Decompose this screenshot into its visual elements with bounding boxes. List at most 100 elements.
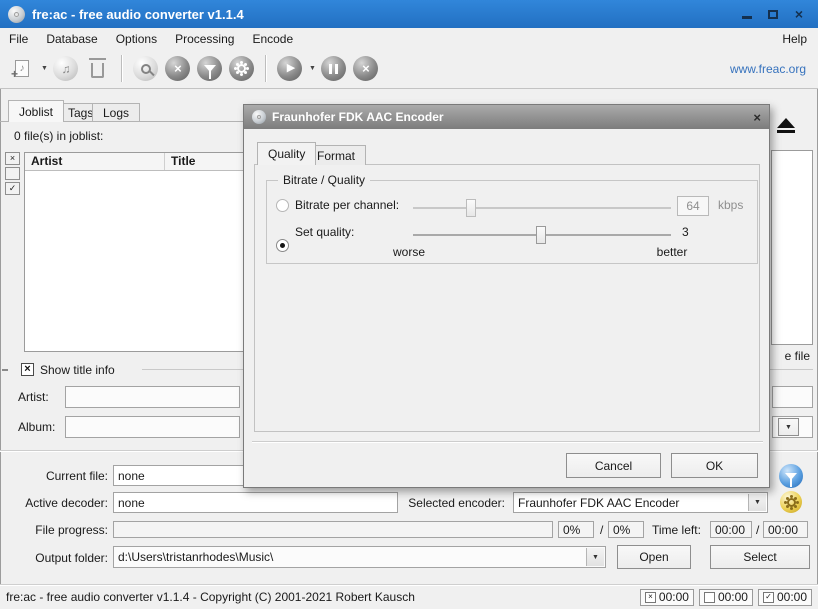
statusbar-times: × 00:00 00:00 ✓ 00:00 [640, 589, 812, 606]
pause-icon [321, 56, 346, 81]
encoder-options-button[interactable] [780, 491, 802, 513]
signal-processing-button[interactable] [196, 55, 224, 83]
eject-icon [777, 118, 795, 128]
gear-icon [229, 56, 254, 81]
maximize-button[interactable] [766, 7, 780, 21]
time-unchecked-tracks: × 00:00 [640, 589, 694, 606]
menu-encode[interactable]: Encode [243, 28, 302, 49]
tools-icon: × [165, 56, 190, 81]
toolbar: ♪+ ▼ ♫ × ▶ ▼ × www.freac [0, 49, 818, 89]
output-folder-label: Output folder: [0, 551, 108, 565]
selected-encoder-combo[interactable]: Fraunhofer FDK AAC Encoder ▼ [513, 492, 768, 513]
menu-file[interactable]: File [0, 28, 37, 49]
cancel-button[interactable]: Cancel [566, 453, 661, 478]
close-button[interactable]: × [792, 7, 806, 21]
stop-icon: × [353, 56, 378, 81]
bitrate-value-field[interactable]: 64 [677, 196, 709, 216]
select-button[interactable]: Select [710, 545, 810, 569]
app-icon [8, 6, 25, 23]
window-title: fre:ac - free audio converter v1.1.4 [32, 7, 244, 22]
menu-processing[interactable]: Processing [166, 28, 243, 49]
artist-field[interactable] [65, 386, 240, 408]
menu-database[interactable]: Database [37, 28, 106, 49]
bitrate-slider-thumb[interactable] [466, 199, 476, 217]
column-artist[interactable]: Artist [25, 153, 165, 170]
app-window: fre:ac - free audio converter v1.1.4 × F… [0, 0, 818, 609]
time-value: 00:00 [777, 590, 807, 604]
empty-box-icon [704, 592, 715, 603]
funnel-icon [197, 56, 222, 81]
right-combo-fragment[interactable]: ▼ [772, 416, 813, 438]
time-left-label: Time left: [652, 523, 701, 537]
tab-joblist[interactable]: Joblist [8, 100, 64, 122]
quality-slider-thumb[interactable] [536, 226, 546, 244]
toolbar-separator [265, 55, 267, 82]
add-file-icon: ♪+ [15, 60, 29, 77]
eject-button[interactable] [777, 118, 795, 133]
stop-encoding-button[interactable]: × [352, 55, 380, 83]
bitrate-slider-track[interactable] [413, 207, 671, 209]
add-files-button[interactable]: ♪+ [8, 55, 36, 83]
select-none-button[interactable]: × [5, 152, 20, 165]
titlebar: fre:ac - free audio converter v1.1.4 × [0, 0, 818, 28]
dialog-close-button[interactable]: × [753, 110, 761, 125]
right-text-fragment: e file [770, 349, 810, 363]
chevron-down-icon[interactable]: ▼ [778, 418, 799, 436]
group-label: Bitrate / Quality [278, 173, 370, 187]
clear-joblist-button[interactable] [84, 55, 112, 83]
funnel-icon [785, 473, 797, 480]
column-title[interactable]: Title [165, 153, 201, 170]
bitrate-label: Bitrate per channel: [295, 198, 399, 212]
scale-better-label: better [652, 245, 692, 259]
check-box-icon: ✓ [763, 592, 774, 603]
eject-icon-bar [777, 130, 795, 133]
chevron-down-icon[interactable]: ▼ [586, 548, 604, 566]
bitrate-unit-label: kbps [718, 198, 743, 212]
window-controls: × [740, 7, 810, 21]
encoder-dialog: Fraunhofer FDK AAC Encoder × Quality For… [243, 104, 770, 488]
right-field-fragment[interactable] [772, 386, 813, 408]
pause-encoding-button[interactable] [320, 55, 348, 83]
selected-encoder-value: Fraunhofer FDK AAC Encoder [518, 496, 679, 510]
output-folder-value: d:\Users\tristanrhodes\Music\ [118, 550, 273, 564]
show-title-info-label: Show title info [40, 363, 115, 377]
ok-button[interactable]: OK [671, 453, 758, 478]
minimize-icon [742, 16, 752, 19]
time-left-total: 00:00 [763, 521, 808, 538]
general-settings-button[interactable]: × [164, 55, 192, 83]
close-icon: × [795, 7, 803, 21]
active-decoder-label: Active decoder: [0, 496, 108, 510]
select-toggle-button[interactable] [5, 167, 20, 180]
open-button[interactable]: Open [617, 545, 691, 569]
show-title-info-checkbox[interactable]: × [21, 363, 34, 376]
add-files-dropdown[interactable]: ▼ [41, 65, 48, 72]
collapse-handle[interactable] [2, 369, 8, 371]
select-all-button[interactable]: ✓ [5, 182, 20, 195]
minimize-button[interactable] [740, 7, 754, 21]
start-encoding-dropdown[interactable]: ▼ [309, 65, 316, 72]
joblist-count: 0 file(s) in joblist: [14, 129, 103, 143]
selected-encoder-label: Selected encoder: [398, 496, 505, 510]
tab-logs[interactable]: Logs [92, 103, 140, 122]
chevron-down-icon[interactable]: ▼ [748, 494, 766, 511]
dialog-tab-quality[interactable]: Quality [257, 142, 316, 165]
quality-radio[interactable] [276, 239, 289, 252]
time-value: 00:00 [718, 590, 748, 604]
output-folder-combo[interactable]: d:\Users\tristanrhodes\Music\ ▼ [113, 546, 606, 568]
website-link[interactable]: www.freac.org [730, 62, 810, 76]
album-field[interactable] [65, 416, 240, 438]
time-checked-tracks: ✓ 00:00 [758, 589, 812, 606]
cddb-query-button[interactable] [132, 55, 160, 83]
configure-encoder-button[interactable] [228, 55, 256, 83]
time-empty-tracks: 00:00 [699, 589, 753, 606]
start-encoding-button[interactable]: ▶ [276, 55, 304, 83]
bitrate-radio[interactable] [276, 199, 289, 212]
total-progress-percent: 0% [608, 521, 644, 538]
menu-options[interactable]: Options [107, 28, 166, 49]
processing-options-button[interactable] [779, 464, 803, 488]
dialog-icon [252, 110, 266, 124]
progress-slash: / [600, 523, 603, 537]
add-audio-cd-button[interactable]: ♫ [52, 55, 80, 83]
dialog-titlebar: Fraunhofer FDK AAC Encoder × [244, 105, 769, 129]
menu-help[interactable]: Help [771, 28, 818, 49]
